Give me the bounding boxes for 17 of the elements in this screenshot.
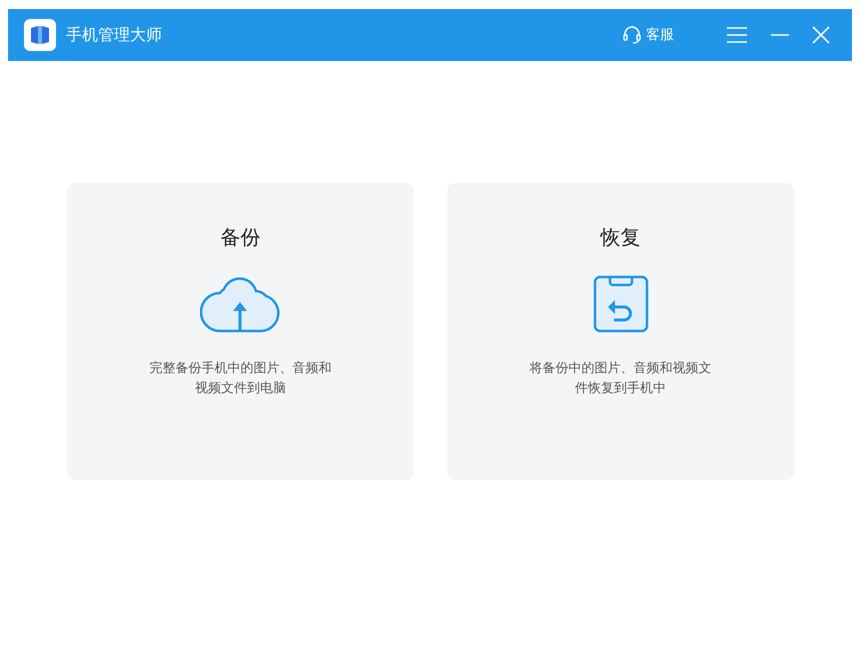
app-logo-icon bbox=[24, 19, 56, 51]
menu-icon bbox=[726, 26, 748, 44]
cloud-upload-icon bbox=[200, 275, 282, 333]
card-description: 完整备份手机中的图片、音频和视频文件到电脑 bbox=[150, 360, 332, 398]
window-title: 手机管理大师 bbox=[66, 24, 162, 46]
clipboard-undo-icon bbox=[592, 275, 648, 333]
headset-icon bbox=[622, 25, 642, 45]
close-button[interactable] bbox=[812, 26, 830, 44]
card-title: 备份 bbox=[220, 224, 260, 251]
option-card[interactable]: 备份 完整备份手机中的图片、音频和视频文件到电脑 bbox=[67, 183, 414, 480]
card-description: 将备份中的图片、音频和视频文件恢复到手机中 bbox=[530, 360, 712, 398]
minimize-icon bbox=[770, 34, 790, 36]
minimize-button[interactable] bbox=[770, 34, 790, 36]
menu-button[interactable] bbox=[726, 26, 748, 44]
close-icon bbox=[812, 26, 830, 44]
option-card[interactable]: 恢复 将备份中的图片、音频和视频文件恢复到手机中 bbox=[447, 183, 794, 480]
card-title: 恢复 bbox=[600, 224, 640, 251]
